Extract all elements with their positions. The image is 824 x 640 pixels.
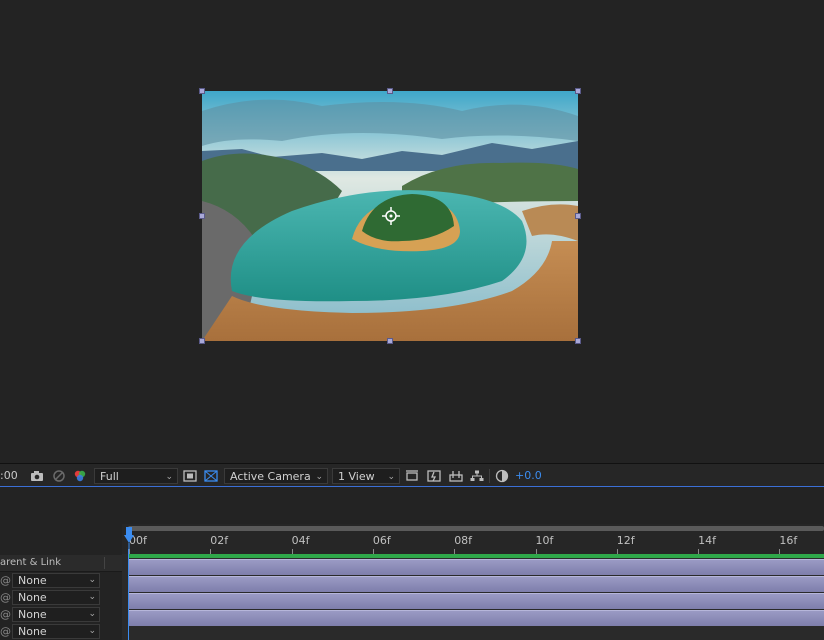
camera-value: Active Camera [230,470,311,483]
chevron-down-icon: ⌄ [88,575,96,585]
camera-dropdown[interactable]: Active Camera ⌄ [224,468,328,484]
fast-preview-icon[interactable] [426,468,442,484]
layer-row[interactable]: @ None ⌄ [0,606,122,623]
ruler-label: 14f [698,534,716,547]
parent-dropdown[interactable]: None ⌄ [12,624,100,639]
parent-dropdown[interactable]: None ⌄ [12,590,100,605]
graph-layer-icon[interactable] [448,468,464,484]
transform-handle[interactable] [199,88,205,94]
transform-handle[interactable] [387,88,393,94]
transform-handle[interactable] [199,213,205,219]
timeline-header [0,487,824,542]
layer-duration-bar[interactable] [128,593,824,609]
parent-value: None [18,608,47,621]
ruler-label: 04f [291,534,310,547]
color-channels-icon[interactable] [72,468,88,484]
pickwhip-icon[interactable]: @ [0,591,11,604]
pickwhip-icon[interactable]: @ [0,625,11,638]
ruler-label: 12f [616,534,635,547]
ruler-label: 16f [779,534,798,547]
timeline-panel: arent & Link @ None ⌄ @ None ⌄ @ None ⌄ [0,487,824,640]
layer-duration-bar[interactable] [128,576,824,592]
chevron-down-icon: ⌄ [88,626,96,636]
column-header-row: arent & Link [0,555,122,572]
chevron-down-icon: ⌄ [88,609,96,619]
ruler-label: 08f [454,534,473,547]
layer-row[interactable]: @ None ⌄ [0,623,122,640]
parent-dropdown[interactable]: None ⌄ [12,573,100,588]
chevron-down-icon: ⌄ [165,472,173,482]
toolbar-divider [489,469,490,483]
reset-view-icon[interactable] [404,468,420,484]
chevron-down-icon: ⌄ [315,472,323,482]
show-snapshot-icon[interactable] [51,468,67,484]
timecode[interactable]: :00 [0,468,18,484]
playhead-icon[interactable] [124,527,134,549]
composition-viewer[interactable] [0,0,824,463]
pickwhip-icon[interactable]: @ [0,608,11,621]
layer-row[interactable]: @ None ⌄ [0,589,122,606]
resolution-value: Full [100,470,119,483]
transparency-grid-icon[interactable] [203,468,219,484]
render-bar [128,554,824,558]
time-ruler[interactable]: 00f 02f 04f 06f 08f 10f 12f 14f 16f [122,524,824,554]
reset-exposure-icon[interactable] [494,468,510,484]
pickwhip-icon[interactable]: @ [0,574,11,587]
views-dropdown[interactable]: 1 View ⌄ [332,468,400,484]
layer-tracks [122,554,824,640]
ruler-label: 06f [372,534,391,547]
ruler-label: 02f [210,534,229,547]
flowchart-icon[interactable] [469,468,485,484]
playhead-line [128,549,129,640]
parent-value: None [18,625,47,638]
parent-dropdown[interactable]: None ⌄ [12,607,100,622]
parent-link-column-header[interactable]: arent & Link [0,557,61,568]
layer-row[interactable]: @ None ⌄ [0,572,122,589]
parent-value: None [18,591,47,604]
ruler-label: 10f [535,534,554,547]
transform-handle[interactable] [199,338,205,344]
transform-handle[interactable] [575,88,581,94]
region-of-interest-icon[interactable] [182,468,198,484]
chevron-down-icon: ⌄ [88,592,96,602]
anchor-point-icon[interactable] [382,207,400,225]
layer-duration-bar[interactable] [128,610,824,626]
transform-handle[interactable] [575,338,581,344]
work-area-bar[interactable] [128,526,824,531]
chevron-down-icon: ⌄ [387,472,395,482]
views-value: 1 View [338,470,375,483]
layer-columns: arent & Link @ None ⌄ @ None ⌄ @ None ⌄ [0,524,122,640]
column-divider [104,557,105,569]
camera-icon[interactable] [29,468,45,484]
parent-value: None [18,574,47,587]
resolution-dropdown[interactable]: Full ⌄ [94,468,178,484]
viewer-toolbar: :00 Full ⌄ Active Camera ⌄ 1 View ⌄ +0.0 [0,463,824,487]
transform-handle[interactable] [575,213,581,219]
layer-duration-bar[interactable] [128,559,824,575]
transform-handle[interactable] [387,338,393,344]
exposure-value[interactable]: +0.0 [515,468,542,484]
